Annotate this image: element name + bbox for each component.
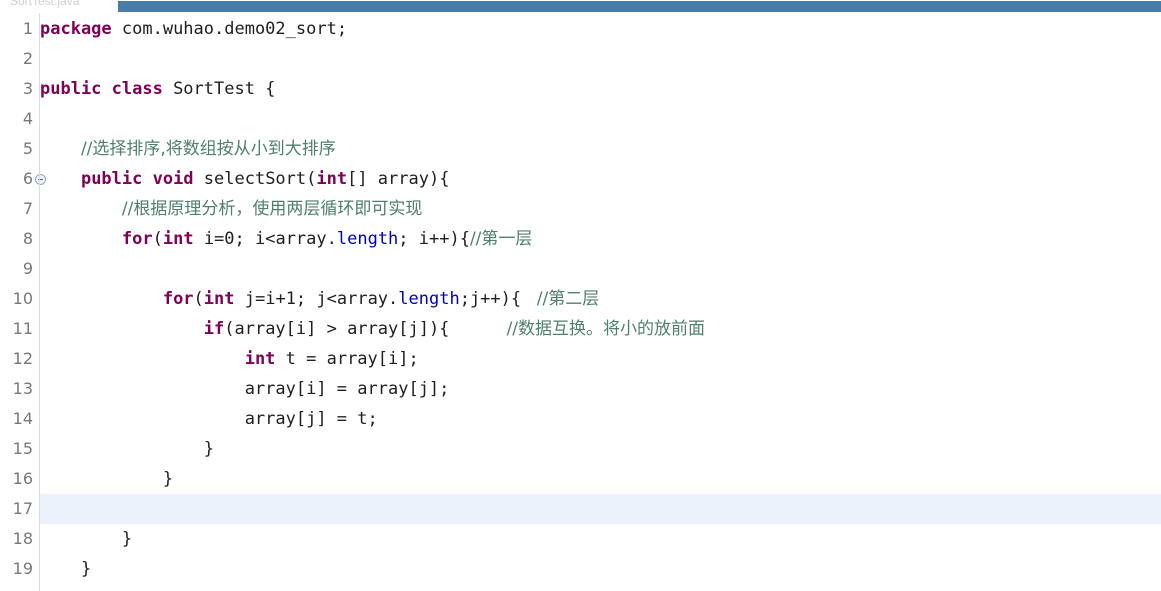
code-line[interactable]: //选择排序,将数组按从小到大排序: [40, 134, 1161, 164]
code-token-plain: }: [40, 529, 133, 549]
line-number[interactable]: 3: [0, 74, 33, 104]
code-token-kw: int: [244, 349, 276, 369]
code-token-kw: int: [162, 229, 194, 249]
code-line[interactable]: }: [40, 554, 1161, 584]
code-token-plain: com.wuhao.demo02_sort;: [111, 19, 348, 39]
code-line[interactable]: [40, 254, 1161, 284]
code-line[interactable]: int t = array[i];: [40, 344, 1161, 374]
line-number[interactable]: 16: [0, 464, 33, 494]
code-line[interactable]: }: [40, 524, 1161, 554]
code-token-plain: i=0; i<array.: [193, 229, 337, 249]
code-line[interactable]: public void selectSort(int[] array){: [40, 164, 1161, 194]
code-token-plain: ; i++){: [398, 229, 470, 249]
code-token-kw: package: [40, 19, 112, 39]
code-token-fld: length: [398, 289, 460, 309]
line-number-gutter[interactable]: 1234567891011121314151617181920: [0, 13, 46, 591]
code-token-plain: array[i] = array[j];: [40, 379, 450, 399]
code-line[interactable]: }: [40, 464, 1161, 494]
code-line[interactable]: [40, 584, 1161, 591]
code-token-plain: (array[i] > array[j]){: [224, 319, 491, 339]
line-number[interactable]: 2: [0, 44, 33, 74]
code-token-plain: selectSort(: [193, 169, 317, 189]
code-token-cmt: //数据互换。将小的放前面: [490, 319, 706, 339]
code-line[interactable]: }: [40, 434, 1161, 464]
code-token-kw: public class: [40, 79, 163, 99]
line-number[interactable]: 5: [0, 134, 33, 164]
tab-label-sorttest-java[interactable]: SortTest.java: [10, 0, 79, 8]
line-number[interactable]: 9: [0, 254, 33, 284]
active-tab-underline: [118, 1, 1161, 12]
code-token-fld: length: [336, 229, 399, 249]
code-token-plain: }: [40, 469, 174, 489]
code-token-kw: if: [203, 319, 225, 339]
code-line[interactable]: //根据原理分析，使用两层循环即可实现: [40, 194, 1161, 224]
line-number[interactable]: 4: [0, 104, 33, 134]
code-token-plain: [] array){: [347, 169, 450, 189]
line-number[interactable]: 12: [0, 344, 33, 374]
code-line[interactable]: for(int j=i+1; j<array.length;j++){ //第二…: [40, 284, 1161, 314]
code-line[interactable]: [40, 44, 1161, 74]
code-token-kw: public void: [80, 169, 194, 189]
line-number[interactable]: 17: [0, 494, 33, 524]
code-token-plain: ;j++){: [459, 289, 532, 309]
code-text-area[interactable]: package com.wuhao.demo02_sort;public cla…: [40, 13, 1161, 591]
line-number[interactable]: 8: [0, 224, 33, 254]
code-token-plain: (: [152, 229, 163, 249]
code-line[interactable]: [40, 104, 1161, 134]
line-number[interactable]: 6: [0, 164, 33, 194]
code-line[interactable]: for(int i=0; i<array.length; i++){//第一层: [40, 224, 1161, 254]
java-code-editor[interactable]: 1234567891011121314151617181920 package …: [0, 13, 1161, 591]
code-token-plain: SortTest {: [162, 79, 276, 99]
code-token-kw: for: [162, 289, 194, 309]
code-token-plain: j=i+1; j<array.: [234, 289, 399, 309]
line-number[interactable]: 15: [0, 434, 33, 464]
code-token-cmt: //选择排序,将数组按从小到大排序: [80, 139, 336, 159]
code-line[interactable]: public class SortTest {: [40, 74, 1161, 104]
code-token-plain: (: [193, 289, 204, 309]
line-number[interactable]: 1: [0, 14, 33, 44]
editor-tab-strip[interactable]: SortTest.java: [0, 0, 1161, 13]
line-number[interactable]: 19: [0, 554, 33, 584]
code-token-cmt: //第二层: [531, 289, 600, 309]
line-number[interactable]: 11: [0, 314, 33, 344]
code-line[interactable]: if(array[i] > array[j]){ //数据互换。将小的放前面: [40, 314, 1161, 344]
code-token-plain: }: [40, 439, 214, 459]
code-token-cmt: //第一层: [469, 229, 533, 249]
line-number[interactable]: 7: [0, 194, 33, 224]
code-line[interactable]: array[i] = array[j];: [40, 374, 1161, 404]
code-token-cmt: //根据原理分析，使用两层循环即可实现: [121, 199, 423, 219]
code-token-plain: array[j] = t;: [40, 409, 378, 429]
code-token-plain: t = array[i];: [275, 349, 419, 369]
line-number[interactable]: 20: [0, 584, 33, 591]
code-token-kw: int: [316, 169, 348, 189]
line-number[interactable]: 10: [0, 284, 33, 314]
code-token-plain: }: [40, 559, 92, 579]
line-number[interactable]: 13: [0, 374, 33, 404]
line-number[interactable]: 18: [0, 524, 33, 554]
line-number[interactable]: 14: [0, 404, 33, 434]
code-token-kw: int: [203, 289, 235, 309]
code-token-kw: for: [121, 229, 153, 249]
code-line[interactable]: package com.wuhao.demo02_sort;: [40, 14, 1161, 44]
code-line[interactable]: array[j] = t;: [40, 404, 1161, 434]
code-line[interactable]: [40, 494, 1161, 524]
